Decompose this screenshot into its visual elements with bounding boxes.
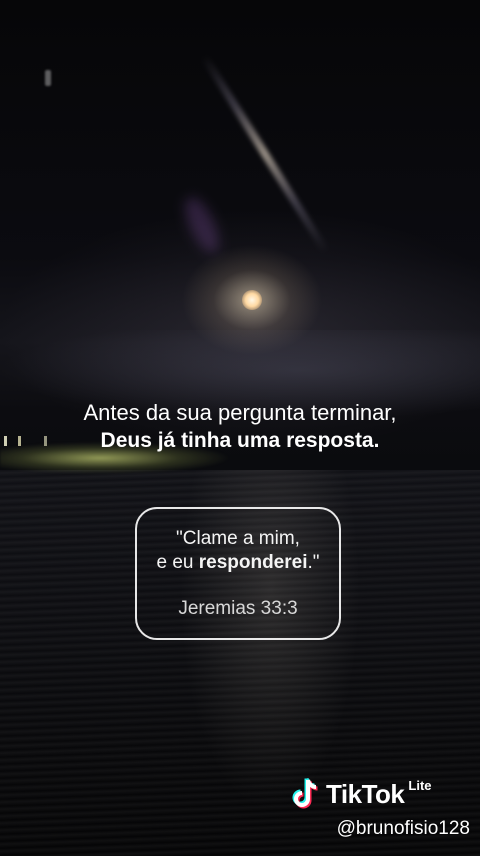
verse-quote-emphasis: responderei: [198, 552, 308, 573]
tiktok-lite-label: Lite: [408, 778, 432, 793]
verse-quote-line-2-end: .": [307, 552, 320, 573]
video-frame: Antes da sua pergunta terminar, Deus já …: [0, 0, 480, 856]
tiktok-wordmark: TikTok: [326, 778, 405, 809]
verse-quote-line-1: "Clame a mim,: [176, 528, 300, 549]
lens-flare: [200, 54, 330, 254]
headline: Antes da sua pergunta terminar, Deus já …: [0, 398, 480, 455]
lens-flare-purple: [178, 192, 226, 258]
creator-handle: @brunofisio128: [336, 818, 470, 839]
headline-line-2: Deus já tinha uma resposta.: [100, 429, 380, 452]
verse-quote-line-2-start: e eu: [156, 552, 199, 573]
tiktok-watermark: TikTok Lite: [292, 774, 432, 814]
moon: [242, 290, 262, 310]
verse-quote: "Clame a mim, e eu responderei.": [137, 527, 339, 575]
tiktok-note-icon: [292, 777, 318, 809]
light-speck: [45, 70, 51, 86]
headline-line-1: Antes da sua pergunta terminar,: [83, 400, 397, 425]
verse-card: "Clame a mim, e eu responderei." Jeremia…: [135, 507, 341, 640]
verse-reference: Jeremias 33:3: [178, 598, 298, 619]
